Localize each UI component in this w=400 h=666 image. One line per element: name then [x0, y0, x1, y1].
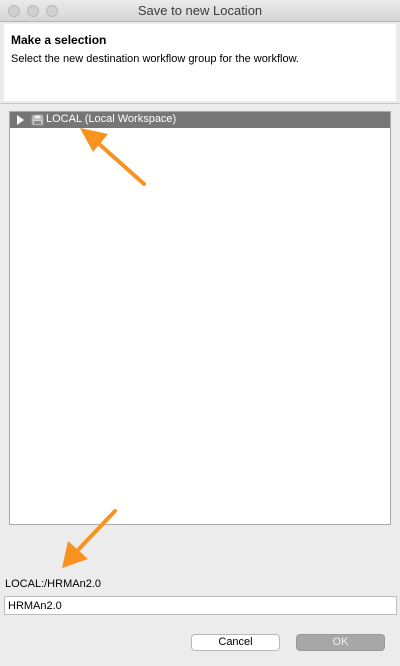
- dialog-header: Make a selection Select the new destinat…: [4, 24, 396, 101]
- workspace-icon: [31, 114, 44, 126]
- destination-path: LOCAL:/HRMAn2.0: [5, 578, 101, 590]
- ok-button[interactable]: OK: [296, 634, 385, 651]
- expand-triangle-icon[interactable]: [17, 115, 24, 125]
- dialog-description: Select the new destination workflow grou…: [11, 53, 299, 65]
- header-separator: [0, 103, 400, 104]
- tree-item-label: LOCAL (Local Workspace): [46, 113, 177, 125]
- dialog-heading: Make a selection: [11, 33, 107, 47]
- title-bar: Save to new Location: [0, 0, 400, 22]
- workflow-name-field[interactable]: [4, 596, 397, 615]
- window-title: Save to new Location: [137, 3, 263, 18]
- tree-item-local-workspace[interactable]: LOCAL (Local Workspace): [10, 112, 390, 128]
- cancel-button[interactable]: Cancel: [191, 634, 280, 651]
- workflow-group-tree[interactable]: LOCAL (Local Workspace): [9, 111, 391, 525]
